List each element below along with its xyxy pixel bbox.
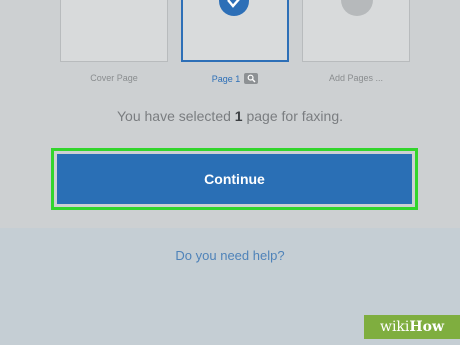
continue-button[interactable]: Continue bbox=[57, 154, 412, 204]
check-icon bbox=[219, 0, 249, 16]
page-1-label: Page 1 bbox=[211, 73, 241, 84]
summary-prefix: You have selected bbox=[116, 108, 231, 124]
selected-count: 1 bbox=[234, 108, 243, 124]
add-pages-thumbnail[interactable] bbox=[302, 0, 410, 62]
zoom-icon[interactable] bbox=[244, 73, 259, 84]
wikihow-watermark: wiki How bbox=[364, 315, 460, 339]
add-pages-label: Add Pages ... bbox=[328, 73, 384, 83]
page-1-label-group: Page 1 bbox=[181, 73, 289, 84]
help-link[interactable]: Do you need help? bbox=[0, 248, 460, 263]
page-1-thumbnail[interactable] bbox=[181, 0, 289, 62]
cover-page-thumbnail[interactable] bbox=[60, 0, 168, 62]
cover-page-label: Cover Page bbox=[90, 73, 138, 83]
plus-icon bbox=[341, 0, 373, 16]
summary-suffix: page for faxing. bbox=[246, 108, 343, 124]
selection-summary: You have selected 1 page for faxing. bbox=[0, 108, 460, 124]
